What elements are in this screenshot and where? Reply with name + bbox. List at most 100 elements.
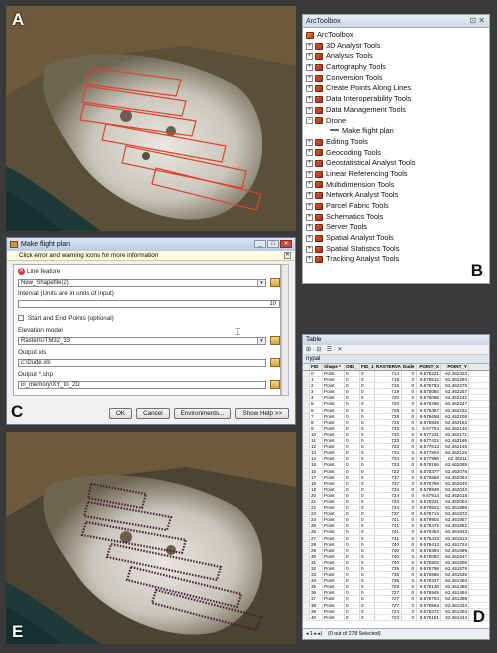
ok-button[interactable]: OK <box>108 408 133 419</box>
maximize-button[interactable]: □ <box>267 240 279 248</box>
toolbox-item[interactable]: + Create Points Along Lines <box>306 83 489 94</box>
table-toolbar[interactable]: ⊞ · ⊟ · ☰ · ✕ <box>303 345 489 355</box>
expand-icon[interactable]: + <box>306 63 313 71</box>
row-selector[interactable] <box>303 468 310 474</box>
environments-button[interactable]: Environments... <box>173 408 232 419</box>
toolbox-item[interactable]: + Analysis Tools <box>306 51 489 62</box>
row-selector[interactable] <box>303 401 310 407</box>
column-header[interactable]: FID_1 <box>360 364 375 370</box>
row-selector[interactable] <box>303 413 310 419</box>
cancel-button[interactable]: Cancel <box>136 408 170 419</box>
row-selector[interactable] <box>303 572 310 578</box>
row-selector[interactable] <box>303 395 310 401</box>
row-selector[interactable] <box>303 492 310 498</box>
row-selector[interactable] <box>303 480 310 486</box>
row-selector-header[interactable] <box>303 364 310 370</box>
row-selector[interactable] <box>303 377 310 383</box>
expand-icon[interactable]: + <box>306 245 313 253</box>
expand-icon[interactable]: + <box>306 74 313 82</box>
expand-icon[interactable]: + <box>306 181 313 189</box>
start-end-checkbox[interactable] <box>18 315 24 321</box>
toolbox-tool-make-flight-plan[interactable]: Make flight plan <box>306 126 489 137</box>
expand-icon[interactable]: + <box>306 149 313 157</box>
row-selector[interactable] <box>303 456 310 462</box>
row-selector[interactable] <box>303 584 310 590</box>
toolbox-item[interactable]: − Drone <box>306 116 489 127</box>
row-selector[interactable] <box>303 383 310 389</box>
expand-icon[interactable]: + <box>306 192 313 200</box>
toolbox-item[interactable]: + Editing Tools <box>306 137 489 148</box>
table-row[interactable]: 40 Point 0 0 723 0 9.575181 62.461244 <box>303 614 489 621</box>
folder-open-icon[interactable] <box>270 278 280 287</box>
row-selector[interactable] <box>303 578 310 584</box>
row-selector[interactable] <box>303 608 310 614</box>
row-selector[interactable] <box>303 535 310 541</box>
row-selector[interactable] <box>303 547 310 553</box>
toolbox-item[interactable]: + Network Analyst Tools <box>306 190 489 201</box>
toolbox-item[interactable]: + Data Interoperability Tools <box>306 94 489 105</box>
toolbox-item[interactable]: + Multidimension Tools <box>306 180 489 191</box>
toolbox-item[interactable]: + Schematics Tools <box>306 212 489 223</box>
expand-icon[interactable]: + <box>306 234 313 242</box>
row-selector[interactable] <box>303 511 310 517</box>
expand-icon[interactable]: + <box>306 202 313 210</box>
toolbox-item[interactable]: + Cartography Tools <box>306 62 489 73</box>
row-selector[interactable] <box>303 553 310 559</box>
toolbox-item[interactable]: + Spatial Statistics Tools <box>306 244 489 255</box>
toolbox-root[interactable]: ArcToolbox <box>306 30 489 41</box>
row-selector[interactable] <box>303 566 310 572</box>
toolbox-item[interactable]: + Parcel Fabric Tools <box>306 201 489 212</box>
record-navigator[interactable]: ◂ 1 ▸ ▸| <box>306 631 322 637</box>
toolbox-item[interactable]: +3D Analyst Tools <box>306 41 489 52</box>
folder-open-icon[interactable] <box>270 358 280 367</box>
row-selector[interactable] <box>303 438 310 444</box>
row-selector[interactable] <box>303 596 310 602</box>
toolbox-item[interactable]: + Server Tools <box>306 222 489 233</box>
expand-icon[interactable]: + <box>306 85 313 93</box>
column-header[interactable]: POINT_Y <box>441 364 469 370</box>
expand-icon[interactable]: + <box>306 224 313 232</box>
interval-input[interactable]: 10 <box>18 300 280 308</box>
toolbox-item[interactable]: + Data Management Tools <box>306 105 489 116</box>
toolbox-item[interactable]: + Tracking Analyst Tools <box>306 254 489 265</box>
close-button[interactable]: ✕ <box>280 240 292 248</box>
row-selector[interactable] <box>303 523 310 529</box>
row-selector[interactable] <box>303 541 310 547</box>
expand-icon[interactable]: + <box>306 42 313 50</box>
expand-icon[interactable]: + <box>306 160 313 168</box>
folder-open-icon[interactable] <box>270 336 280 345</box>
row-selector[interactable] <box>303 590 310 596</box>
column-header[interactable]: POINT_X <box>417 364 441 370</box>
column-header[interactable]: OID_ <box>345 364 360 370</box>
expand-icon[interactable]: + <box>306 138 313 146</box>
row-selector[interactable] <box>303 602 310 608</box>
info-close-icon[interactable]: ✕ <box>284 252 291 259</box>
row-selector[interactable] <box>303 389 310 395</box>
toolbox-item[interactable]: + Geocoding Tools <box>306 148 489 159</box>
expand-icon[interactable]: + <box>306 95 313 103</box>
row-selector[interactable] <box>303 486 310 492</box>
show-help-button[interactable]: Show Help >> <box>235 408 289 419</box>
expand-icon[interactable]: + <box>306 213 313 221</box>
row-selector[interactable] <box>303 559 310 565</box>
row-selector[interactable] <box>303 462 310 468</box>
expand-icon[interactable]: + <box>306 170 313 178</box>
row-selector[interactable] <box>303 425 310 431</box>
folder-open-icon[interactable] <box>270 380 280 389</box>
output-xls-input[interactable]: c:\Dude.xls <box>18 359 266 367</box>
dialog-scrollbar[interactable] <box>281 264 289 396</box>
line-feature-input[interactable]: New_Shapefile(2) ▾ <box>18 279 266 287</box>
row-selector[interactable] <box>303 407 310 413</box>
expand-icon[interactable]: + <box>306 256 313 264</box>
minimize-button[interactable]: _ <box>254 240 266 248</box>
chevron-down-icon[interactable]: ▾ <box>257 338 265 344</box>
chevron-down-icon[interactable]: ▾ <box>257 280 265 286</box>
row-selector[interactable] <box>303 529 310 535</box>
row-selector[interactable] <box>303 444 310 450</box>
column-header[interactable]: RASTERVALU <box>375 364 402 370</box>
toolbox-item[interactable]: + Conversion Tools <box>306 73 489 84</box>
row-selector[interactable] <box>303 614 310 620</box>
column-header[interactable]: Shape * <box>323 364 345 370</box>
row-selector[interactable] <box>303 505 310 511</box>
row-selector[interactable] <box>303 498 310 505</box>
